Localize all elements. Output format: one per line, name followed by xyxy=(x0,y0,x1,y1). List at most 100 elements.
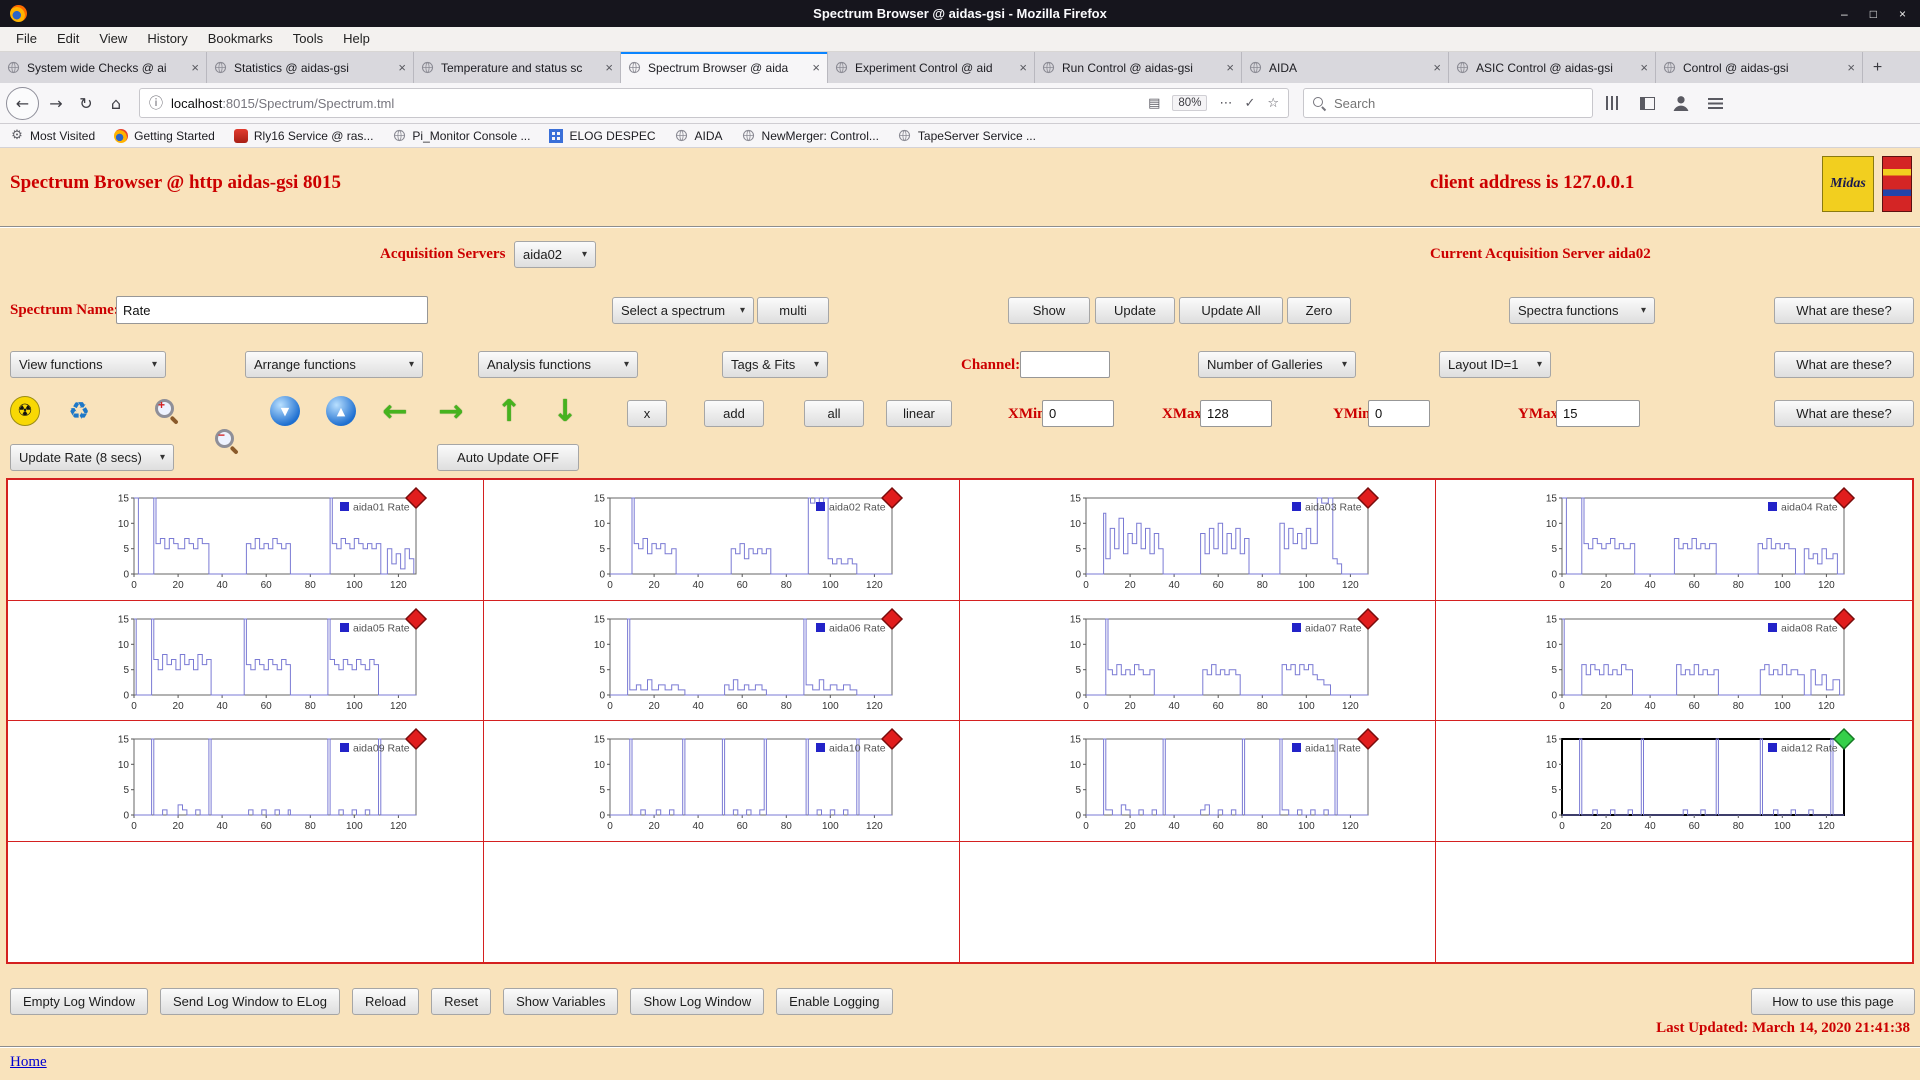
tab-system-wide-checks-ai[interactable]: System wide Checks @ ai × xyxy=(0,52,207,83)
bookmark-aida[interactable]: AIDA xyxy=(675,129,723,143)
midas-logo[interactable]: Midas xyxy=(1822,156,1874,212)
arrange-functions-dropdown[interactable]: Arrange functions xyxy=(245,351,423,378)
button-reload[interactable]: Reload xyxy=(351,988,420,1015)
spectrum-cell-aida08[interactable]: 0 20 40 60 80 100 120 0 5 10 15 aida08 Rate xyxy=(1436,601,1912,721)
tab-close-icon[interactable]: × xyxy=(1019,60,1027,75)
tab-experiment-control-aid[interactable]: Experiment Control @ aid × xyxy=(828,52,1035,83)
update-rate-dropdown[interactable]: Update Rate (8 secs) xyxy=(10,444,174,471)
spectra-functions-dropdown[interactable]: Spectra functions xyxy=(1509,297,1655,324)
menu-edit[interactable]: Edit xyxy=(49,27,87,51)
spectrum-name-input[interactable] xyxy=(116,296,428,324)
multi-button[interactable]: multi xyxy=(757,297,829,324)
bookmark-tapeserver-service[interactable]: TapeServer Service ... xyxy=(898,129,1036,143)
zero-button[interactable]: Zero xyxy=(1287,297,1351,324)
search-bar[interactable] xyxy=(1303,88,1593,118)
button-send-log-window-to-elog[interactable]: Send Log Window to ELog xyxy=(160,988,340,1015)
show-button[interactable]: Show xyxy=(1008,297,1090,324)
spectrum-cell-aida09[interactable]: 0 20 40 60 80 100 120 0 5 10 15 aida09 Rate xyxy=(8,721,484,842)
select-spectrum-dropdown[interactable]: Select a spectrum xyxy=(612,297,754,324)
what-are-these-button-2[interactable]: What are these? xyxy=(1774,351,1914,378)
home-button[interactable]: ⌂ xyxy=(101,88,131,118)
menu-file[interactable]: File xyxy=(8,27,45,51)
button-enable-logging[interactable]: Enable Logging xyxy=(776,988,893,1015)
window-close-button[interactable]: × xyxy=(1899,7,1906,21)
arrow-up-icon[interactable]: ↑ xyxy=(494,394,524,429)
spectrum-cell-aida01[interactable]: 0 20 40 60 80 100 120 0 5 10 15 aida01 Rate xyxy=(8,480,484,601)
window-maximize-button[interactable]: □ xyxy=(1870,7,1877,21)
tab-run-control-aidas-gsi[interactable]: Run Control @ aidas-gsi × xyxy=(1035,52,1242,83)
spectrum-cell-aida07[interactable]: 0 20 40 60 80 100 120 0 5 10 15 aida07 Rate xyxy=(960,600,1436,721)
x-button[interactable]: x xyxy=(627,400,667,427)
back-button[interactable]: ← xyxy=(6,86,39,120)
tab-close-icon[interactable]: × xyxy=(1847,60,1855,75)
auto-update-button[interactable]: Auto Update OFF xyxy=(437,444,579,471)
channel-input[interactable] xyxy=(1020,351,1110,378)
shield-check-icon[interactable]: ✓ xyxy=(1244,96,1255,111)
tab-close-icon[interactable]: × xyxy=(1433,60,1441,75)
bookmark-rly16-service-ras[interactable]: Rly16 Service @ ras... xyxy=(233,128,373,143)
new-tab-button[interactable]: + xyxy=(1863,52,1892,83)
window-minimize-button[interactable]: – xyxy=(1841,7,1848,21)
spectrum-cell-aida04[interactable]: 0 20 40 60 80 100 120 0 5 10 15 aida04 Rate xyxy=(1436,480,1912,601)
how-to-use-button[interactable]: How to use this page xyxy=(1751,988,1915,1015)
fan-icon[interactable]: ♻ xyxy=(64,396,94,426)
add-button[interactable]: add xyxy=(704,400,764,427)
bookmark-pi-monitor-console[interactable]: Pi_Monitor Console ... xyxy=(392,129,530,143)
tab-close-icon[interactable]: × xyxy=(605,60,613,75)
scroll-down-icon[interactable]: ▼ xyxy=(270,396,300,426)
reader-mode-icon[interactable]: ▤ xyxy=(1148,96,1160,111)
button-show-log-window[interactable]: Show Log Window xyxy=(630,988,765,1015)
page-actions-icon[interactable]: ⋯ xyxy=(1219,96,1232,111)
forward-button[interactable]: → xyxy=(41,88,71,118)
zoom-in-icon[interactable]: + xyxy=(152,396,182,426)
scroll-up-icon[interactable]: ▲ xyxy=(326,396,356,426)
arrow-left-icon[interactable]: ← xyxy=(380,394,410,429)
spectrum-cell-aida11[interactable]: 0 20 40 60 80 100 120 0 5 10 15 aida11 Rate xyxy=(960,721,1436,842)
tab-aida[interactable]: AIDA × xyxy=(1242,52,1449,83)
menu-bookmarks[interactable]: Bookmarks xyxy=(200,27,281,51)
arrow-down-icon[interactable]: ↓ xyxy=(550,394,580,429)
tab-close-icon[interactable]: × xyxy=(1226,60,1234,75)
menu-help[interactable]: Help xyxy=(335,27,378,51)
bookmark-star-icon[interactable]: ☆ xyxy=(1267,96,1279,111)
reload-button[interactable]: ↻ xyxy=(71,88,101,118)
zoom-level-badge[interactable]: 80% xyxy=(1172,95,1208,111)
secondary-logo[interactable] xyxy=(1882,156,1912,212)
tab-spectrum-browser-aida[interactable]: Spectrum Browser @ aida × xyxy=(621,52,828,83)
acquisition-server-select[interactable]: aida02 xyxy=(514,241,596,268)
menu-history[interactable]: History xyxy=(139,27,195,51)
all-button[interactable]: all xyxy=(804,400,864,427)
bookmark-elog-despec[interactable]: ELOG DESPEC xyxy=(549,128,656,143)
ymax-input[interactable] xyxy=(1556,400,1640,427)
tab-close-icon[interactable]: × xyxy=(191,60,199,75)
bookmark-most-visited[interactable]: ⚙ Most Visited xyxy=(10,128,95,143)
button-reset[interactable]: Reset xyxy=(431,988,492,1015)
xmax-input[interactable] xyxy=(1200,400,1272,427)
xmin-input[interactable] xyxy=(1042,400,1114,427)
sidebar-icon[interactable] xyxy=(1633,89,1661,117)
spectrum-cell-aida03[interactable]: 0 20 40 60 80 100 120 0 5 10 15 aida03 Rate xyxy=(960,480,1436,601)
ymin-input[interactable] xyxy=(1368,400,1430,427)
button-show-variables[interactable]: Show Variables xyxy=(503,988,619,1015)
layout-id-dropdown[interactable]: Layout ID=1 xyxy=(1439,351,1551,378)
spectrum-cell-aida05[interactable]: 0 20 40 60 80 100 120 0 5 10 15 aida05 Rate xyxy=(8,600,484,721)
home-link[interactable]: Home xyxy=(10,1054,47,1071)
url-bar[interactable]: ⓘ localhost :8015/Spectrum/Spectrum.tml … xyxy=(139,88,1289,118)
tab-close-icon[interactable]: × xyxy=(812,60,820,75)
update-all-button[interactable]: Update All xyxy=(1179,297,1283,324)
zoom-out-icon[interactable]: − xyxy=(212,426,242,456)
tab-close-icon[interactable]: × xyxy=(398,60,406,75)
tab-temperature-and-status-sc[interactable]: Temperature and status sc × xyxy=(414,52,621,83)
analysis-functions-dropdown[interactable]: Analysis functions xyxy=(478,351,638,378)
spectrum-cell-aida06[interactable]: 0 20 40 60 80 100 120 0 5 10 15 aida06 Rate xyxy=(484,600,960,721)
spectrum-cell-aida12[interactable]: 0 20 40 60 80 100 120 0 5 10 15 aida12 Rate xyxy=(1436,721,1912,842)
view-functions-dropdown[interactable]: View functions xyxy=(10,351,166,378)
what-are-these-button-1[interactable]: What are these? xyxy=(1774,297,1914,324)
menu-view[interactable]: View xyxy=(91,27,135,51)
spectrum-cell-aida10[interactable]: 0 20 40 60 80 100 120 0 5 10 15 aida10 Rate xyxy=(484,721,960,842)
library-icon[interactable] xyxy=(1599,89,1627,117)
tab-close-icon[interactable]: × xyxy=(1640,60,1648,75)
number-of-galleries-dropdown[interactable]: Number of Galleries xyxy=(1198,351,1356,378)
search-input[interactable] xyxy=(1334,95,1584,111)
arrow-right-icon[interactable]: → xyxy=(436,394,466,429)
